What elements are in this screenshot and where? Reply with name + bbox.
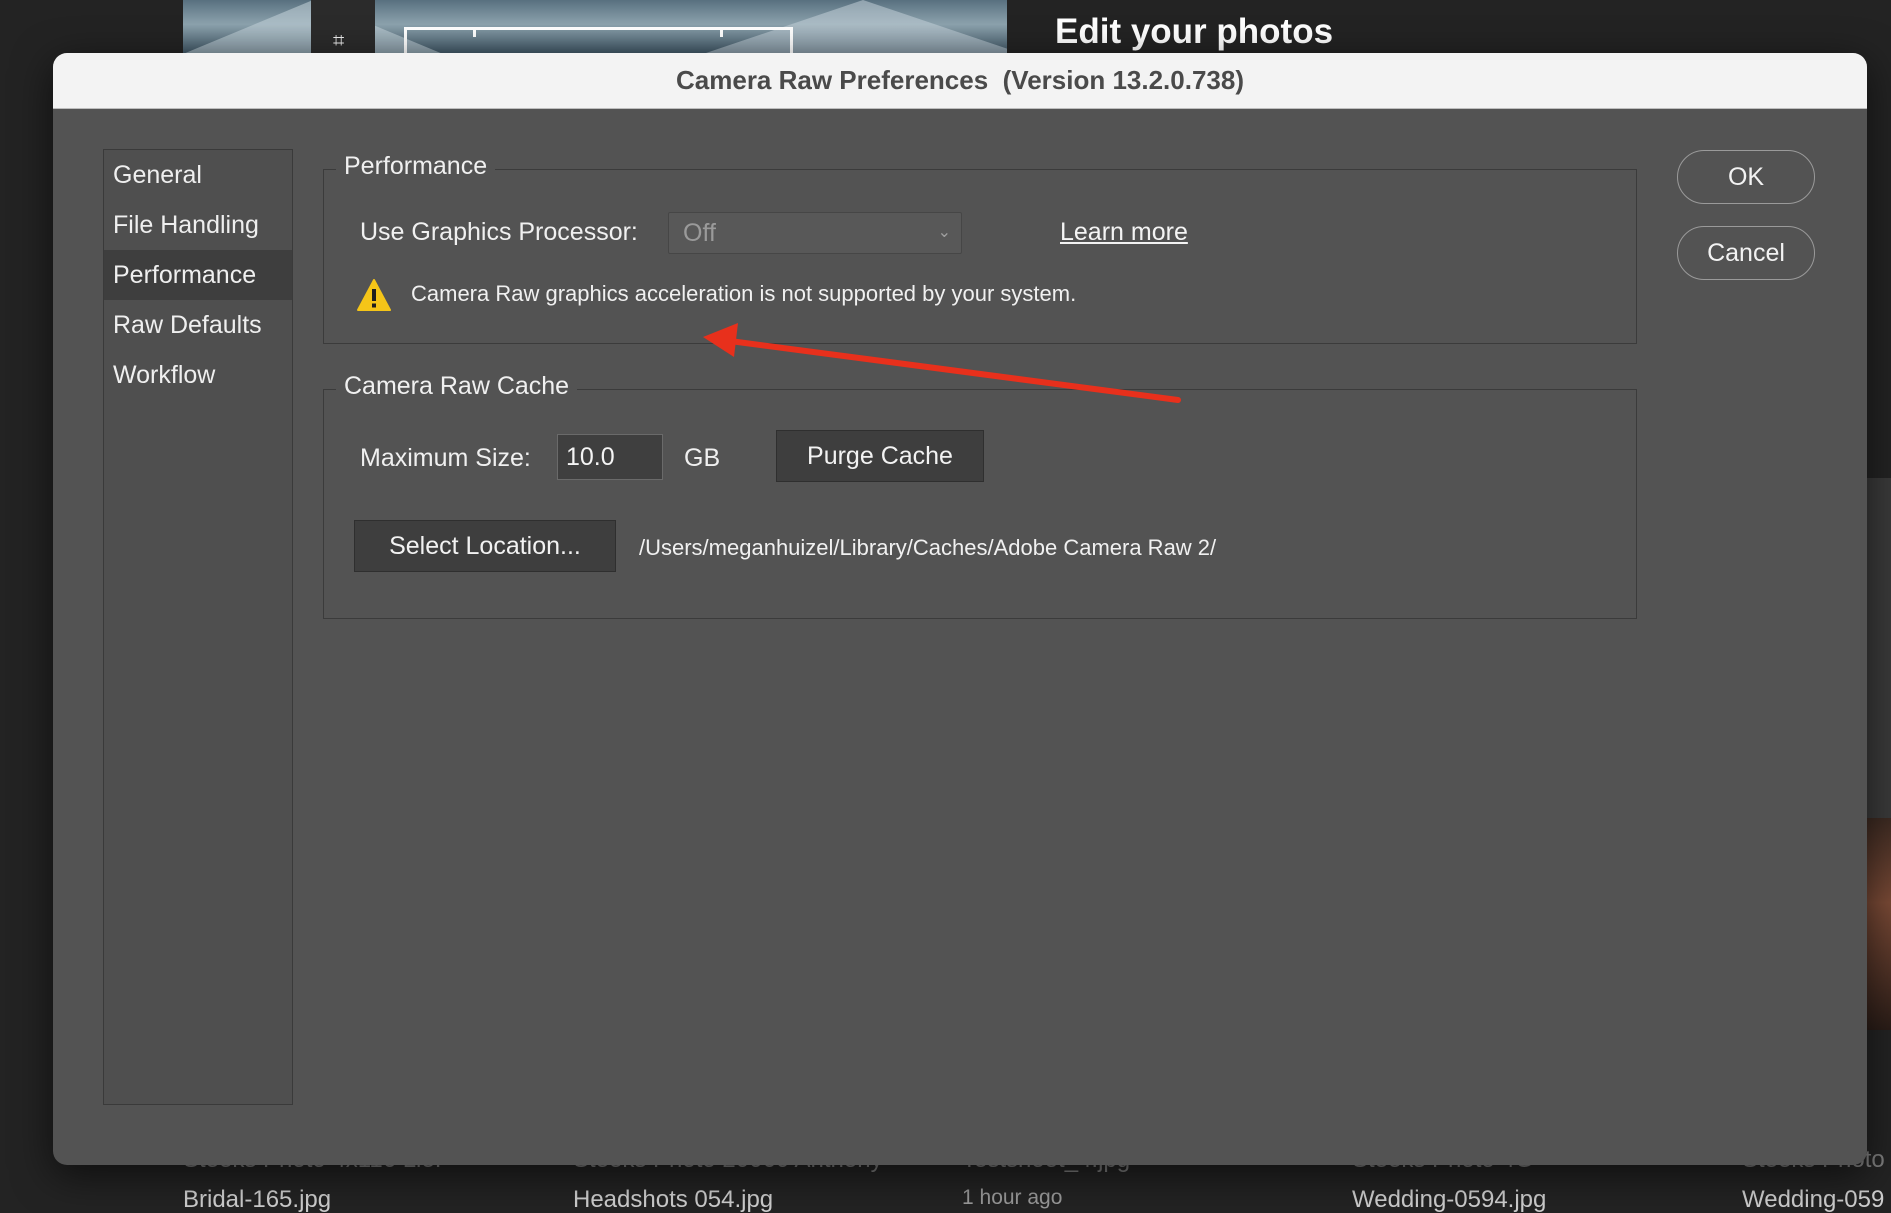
nav-item-workflow[interactable]: Workflow: [104, 350, 292, 400]
warning-icon: [357, 279, 391, 311]
background-file-name[interactable]: Wedding-0594.jpg: [1352, 1186, 1546, 1213]
max-size-input[interactable]: 10.0: [557, 434, 663, 480]
background-photo-preview: ⌗: [183, 0, 1007, 54]
ok-button[interactable]: OK: [1677, 150, 1815, 204]
cancel-button[interactable]: Cancel: [1677, 226, 1815, 280]
chevron-down-icon: ⌄: [937, 224, 951, 241]
background-file-name[interactable]: Wedding-059: [1742, 1186, 1884, 1213]
gpu-select[interactable]: Off ⌄: [668, 212, 962, 254]
gpu-select-value: Off: [683, 218, 716, 247]
background-thumbnail: [1866, 818, 1891, 1030]
nav-item-performance[interactable]: Performance: [104, 250, 292, 300]
dialog-title: Camera Raw Preferences (Version 13.2.0.7…: [53, 53, 1867, 109]
nav-item-general[interactable]: General: [104, 150, 292, 200]
nav-item-file-handling[interactable]: File Handling: [104, 200, 292, 250]
gpu-warning-text: Camera Raw graphics acceleration is not …: [411, 281, 1077, 306]
gpu-label: Use Graphics Processor:: [360, 218, 638, 246]
max-size-unit: GB: [684, 444, 721, 472]
cache-group-title: Camera Raw Cache: [336, 372, 578, 401]
preferences-nav: General File Handling Performance Raw De…: [103, 149, 293, 1105]
performance-group-title: Performance: [336, 152, 496, 181]
cache-location-path: /Users/meganhuizel/Library/Caches/Adobe …: [639, 535, 1217, 560]
preferences-dialog: Camera Raw Preferences (Version 13.2.0.7…: [53, 53, 1867, 1165]
purge-cache-button[interactable]: Purge Cache: [776, 430, 984, 482]
max-size-label: Maximum Size:: [360, 444, 531, 472]
background-heading: Edit your photos: [1055, 12, 1334, 51]
crop-frame-guides: [473, 27, 723, 37]
crop-icon: ⌗: [333, 30, 345, 52]
background-file-name[interactable]: Bridal-165.jpg: [183, 1186, 331, 1213]
learn-more-link[interactable]: Learn more: [1060, 218, 1188, 247]
nav-item-raw-defaults[interactable]: Raw Defaults: [104, 300, 292, 350]
performance-group: Performance Use Graphics Processor: Off …: [323, 152, 1637, 344]
select-location-button[interactable]: Select Location...: [354, 520, 616, 572]
background-file-time: 1 hour ago: [962, 1186, 1063, 1209]
cache-group: Camera Raw Cache Maximum Size: 10.0 GB P…: [323, 372, 1637, 619]
background-file-name[interactable]: Headshots 054.jpg: [573, 1186, 773, 1213]
